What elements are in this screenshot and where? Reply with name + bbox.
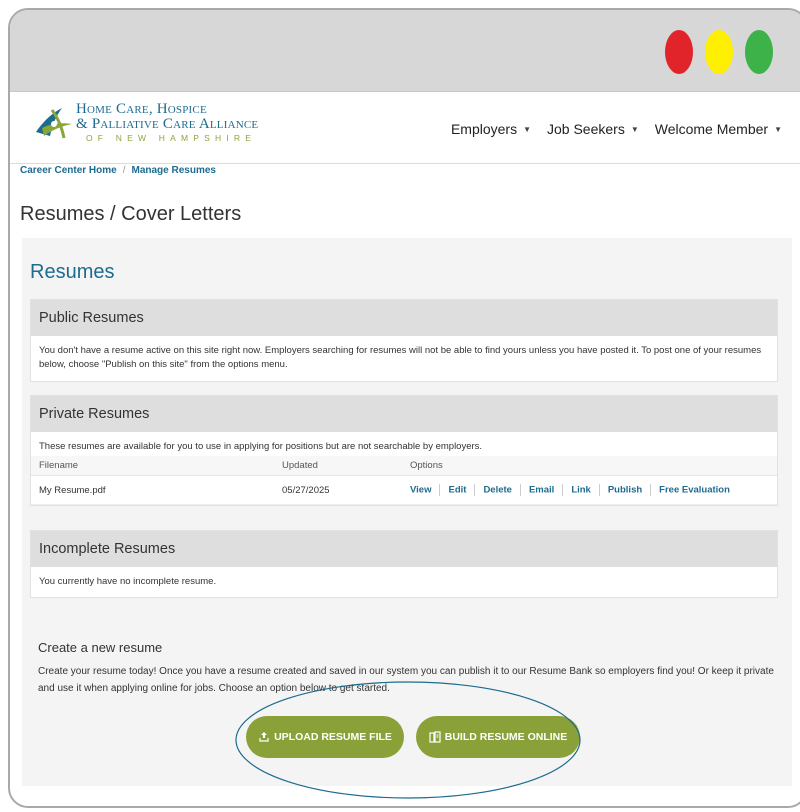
build-resume-label: BUILD RESUME ONLINE [444, 731, 568, 743]
link-link[interactable]: Link [571, 485, 591, 496]
close-window-button[interactable] [665, 30, 693, 74]
nav-employers[interactable]: Employers ▼ [451, 121, 531, 137]
private-resumes-heading: Private Resumes [31, 396, 777, 432]
breadcrumb-current[interactable]: Manage Resumes [132, 165, 216, 176]
logo-line-3: OF NEW HAMPSHIRE [86, 133, 257, 143]
private-resumes-section: Private Resumes These resumes are availa… [30, 395, 778, 507]
email-link[interactable]: Email [529, 485, 554, 496]
column-header-filename: Filename [31, 456, 274, 477]
resume-options: View Edit Delete Email Link Publish Free Evalu… [402, 475, 777, 506]
divider [650, 484, 652, 497]
page-title: Resumes / Cover Letters [20, 203, 242, 225]
private-resumes-table: Filename Updated Options My Resume.pdf 0… [31, 456, 777, 506]
create-resume-heading: Create a new resume [38, 640, 163, 655]
divider [562, 484, 564, 497]
public-resumes-section: Public Resumes You don't have a resume a… [30, 299, 778, 382]
maximize-window-button[interactable] [745, 30, 773, 74]
breadcrumb-separator: / [122, 165, 126, 176]
nav-welcome-member-label: Welcome Member [654, 121, 769, 137]
breadcrumb: Career Center Home / Manage Resumes [20, 165, 216, 176]
edit-link[interactable]: Edit [448, 485, 466, 496]
incomplete-resumes-heading: Incomplete Resumes [31, 531, 777, 567]
logo-mark-icon [36, 108, 72, 139]
table-row: My Resume.pdf 05/27/2025 View Edit Delete E… [31, 475, 777, 506]
divider [439, 484, 441, 497]
public-resumes-heading: Public Resumes [31, 300, 777, 336]
column-header-options: Options [402, 456, 777, 477]
incomplete-resumes-text: You currently have no incomplete resume. [39, 576, 217, 587]
build-icon [429, 731, 441, 743]
breadcrumb-home-link[interactable]: Career Center Home [20, 165, 117, 176]
divider [598, 484, 600, 497]
nav-employers-label: Employers [450, 121, 518, 137]
public-resumes-text: You don't have a resume active on this s… [39, 345, 762, 371]
logo-line-2: & Palliative Care Alliance [76, 116, 259, 132]
nav-job-seekers-label: Job Seekers [547, 121, 625, 137]
site-header: Home Care, Hospice & Palliative Care All… [10, 92, 800, 164]
resumes-title: Resumes [30, 261, 115, 283]
publish-link[interactable]: Publish [608, 485, 642, 496]
column-header-updated: Updated [274, 456, 402, 477]
incomplete-resumes-section: Incomplete Resumes You currently have no… [30, 530, 778, 599]
build-resume-button[interactable]: BUILD RESUME ONLINE [416, 716, 580, 758]
resume-filename: My Resume.pdf [31, 475, 274, 506]
upload-resume-label: UPLOAD RESUME FILE [274, 731, 392, 743]
nav-welcome-member[interactable]: Welcome Member ▼ [655, 121, 782, 137]
logo-line-1: Home Care, Hospice [76, 101, 207, 117]
resumes-panel: Resumes Public Resumes You don't have a … [22, 238, 792, 786]
resume-updated: 05/27/2025 [274, 475, 402, 506]
caret-down-icon: ▼ [523, 124, 531, 134]
minimize-window-button[interactable] [705, 30, 733, 74]
main-nav: Employers ▼ Job Seekers ▼ Welcome Member… [451, 121, 782, 137]
free-evaluation-link[interactable]: Free Evaluation [659, 485, 730, 496]
caret-down-icon: ▼ [630, 124, 639, 134]
view-link[interactable]: View [410, 485, 431, 496]
upload-resume-button[interactable]: UPLOAD RESUME FILE [246, 716, 404, 758]
create-resume-text: Create your resume today! Once you have … [38, 666, 774, 694]
window-titlebar [10, 10, 800, 92]
delete-link[interactable]: Delete [483, 485, 512, 496]
divider [474, 484, 476, 497]
private-resumes-text: These resumes are available for you to u… [39, 441, 483, 452]
upload-icon [259, 732, 269, 742]
site-logo[interactable]: Home Care, Hospice & Palliative Care All… [32, 102, 258, 143]
caret-down-icon: ▼ [774, 124, 782, 134]
divider [519, 484, 521, 497]
nav-job-seekers[interactable]: Job Seekers ▼ [547, 121, 639, 137]
